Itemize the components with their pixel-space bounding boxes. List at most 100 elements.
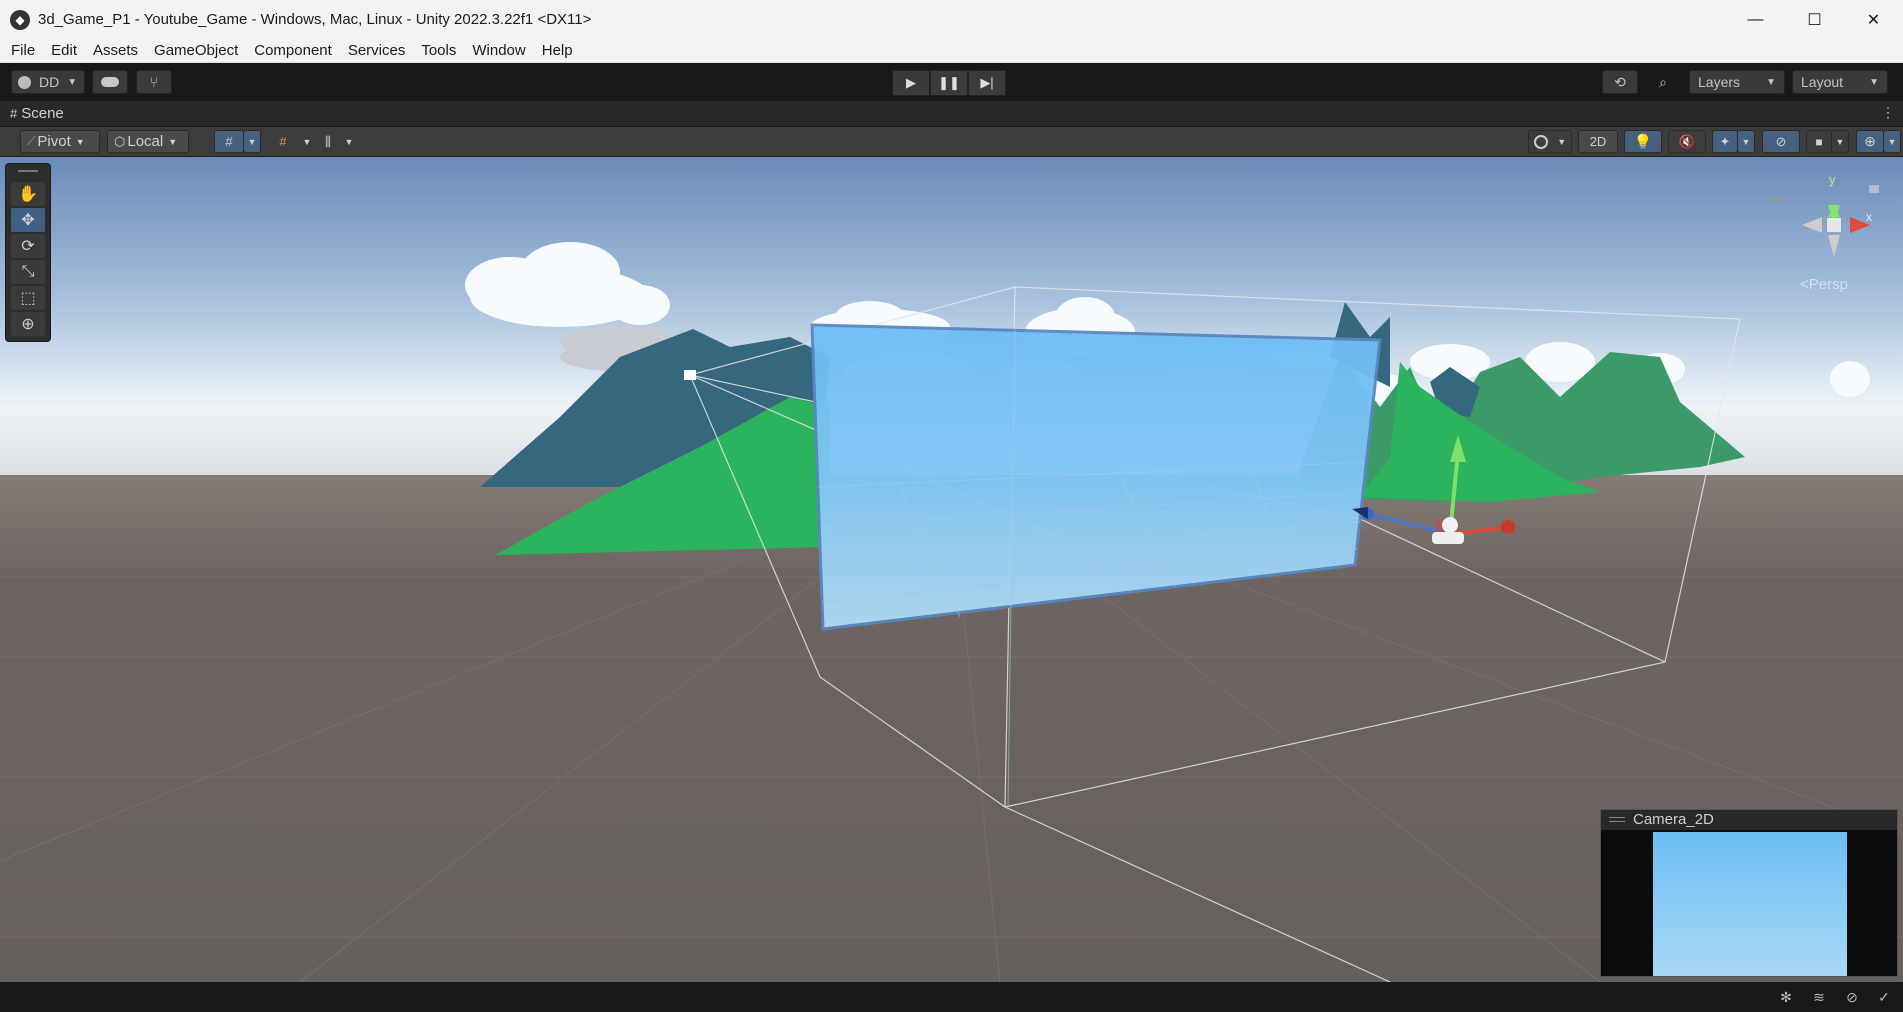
increment-snap-toggle[interactable]: # — [268, 130, 298, 153]
scene-tab-bar: # Scene ⋮ — [0, 101, 1903, 127]
move-tool-button[interactable]: ✥ — [11, 208, 45, 232]
menu-window[interactable]: Window — [464, 39, 533, 63]
audio-toggle[interactable]: 🔇 — [1668, 130, 1706, 153]
minimize-icon: — — [1747, 10, 1764, 28]
hand-tool-button[interactable]: ✋ — [11, 182, 45, 206]
menu-help[interactable]: Help — [534, 39, 581, 63]
hand-icon: ✋ — [18, 186, 38, 203]
menu-edit[interactable]: Edit — [43, 39, 85, 63]
account-icon — [18, 75, 31, 89]
scene-visibility-toggle[interactable]: ⊘ — [1762, 130, 1800, 153]
gizmos-options[interactable]: ▼ — [1883, 130, 1901, 153]
transform-tool-button[interactable]: ⊕ — [11, 312, 45, 336]
menu-assets[interactable]: Assets — [85, 39, 146, 63]
chevron-down-icon: ▼ — [1869, 76, 1879, 88]
network-off-icon[interactable]: ⊘ — [1842, 988, 1862, 1006]
effects-icon: ✦ — [1719, 133, 1731, 149]
rect-icon: ⬚ — [20, 290, 36, 307]
chevron-down-icon: ▼ — [67, 76, 78, 88]
unity-logo-icon: ◆ — [10, 9, 30, 30]
tab-scene[interactable]: # Scene — [10, 105, 64, 122]
layout-dropdown[interactable]: Layout ▼ — [1792, 70, 1888, 94]
rotate-tool-button[interactable]: ⟳ — [11, 234, 45, 258]
axis-x-label: x — [1866, 210, 1872, 224]
increment-snap-icon: # — [279, 134, 287, 149]
lighting-toggle[interactable]: 💡 — [1624, 130, 1662, 153]
axis-y-label: y — [1829, 172, 1836, 187]
layout-label: Layout — [1801, 74, 1844, 90]
pivot-dropdown[interactable]: ⟋ Pivot ▼ — [20, 130, 100, 153]
grid-snap-icon: # — [225, 134, 233, 149]
menu-tools[interactable]: Tools — [413, 39, 464, 63]
projection-toggle[interactable]: <Persp — [1800, 276, 1848, 293]
pivot-label: Pivot — [37, 133, 71, 150]
gizmos-toggle[interactable]: ⊕ — [1856, 130, 1884, 153]
grid-visibility-toggle[interactable]: ⫼ — [313, 130, 343, 153]
grid-snap-toggle[interactable]: # — [214, 130, 244, 153]
close-button[interactable]: ✕ — [1844, 0, 1903, 39]
cloud-button[interactable] — [92, 70, 128, 94]
search-button[interactable]: ⌕ — [1645, 70, 1681, 94]
minimize-button[interactable]: — — [1726, 0, 1785, 39]
maximize-icon: ☐ — [1807, 11, 1822, 29]
lightbulb-icon: 💡 — [1633, 133, 1653, 151]
camera-icon[interactable] — [684, 370, 696, 380]
menu-file[interactable]: File — [3, 39, 43, 63]
camera-preview-header[interactable]: Camera_2D — [1601, 810, 1897, 830]
scene-toolbar: ⟋ Pivot ▼ ⬡ Local ▼ # ▼ # ▼ ⫼ ▼ ▼ 2D 💡 🔇… — [0, 127, 1903, 157]
palette-grip-icon[interactable] — [18, 170, 38, 172]
chevron-down-icon: ▼ — [75, 136, 85, 147]
version-control-button[interactable]: ⑂ — [136, 70, 172, 94]
grid-snap-options[interactable]: ▼ — [243, 130, 261, 153]
play-button[interactable]: ▶ — [892, 70, 930, 96]
menu-gameobject[interactable]: GameObject — [146, 39, 246, 63]
chevron-down-icon: ▼ — [1557, 136, 1567, 147]
pivot-icon: ⟋ — [27, 134, 36, 148]
drag-handle-icon[interactable] — [1609, 817, 1625, 822]
shading-mode-dropdown[interactable]: ▼ — [1528, 130, 1572, 153]
effects-toggle[interactable]: ✦ — [1712, 130, 1738, 153]
rect-tool-button[interactable]: ⬚ — [11, 286, 45, 310]
chevron-down-icon: ▼ — [302, 136, 312, 147]
play-controls: ▶ ❚❚ ▶| — [892, 70, 1006, 96]
projection-label: Persp — [1808, 276, 1848, 293]
search-icon: ⌕ — [1659, 73, 1667, 90]
scale-tool-button[interactable]: ⤡ — [11, 260, 45, 284]
2d-mode-toggle[interactable]: 2D — [1578, 130, 1618, 153]
rotate-icon: ⟳ — [21, 238, 35, 255]
account-dropdown[interactable]: DD ▼ — [11, 70, 85, 94]
maximize-button[interactable]: ☐ — [1785, 0, 1844, 39]
layers-label: Layers — [1698, 74, 1741, 90]
chevron-down-icon: ▼ — [344, 136, 354, 147]
camera-preview-title: Camera_2D — [1633, 811, 1714, 828]
local-label: Local — [127, 133, 164, 150]
transform-icon: ⊕ — [21, 316, 35, 333]
step-button[interactable]: ▶| — [968, 70, 1006, 96]
menu-bar: File Edit Assets GameObject Component Se… — [0, 39, 1903, 63]
undo-history-button[interactable]: ⟲ — [1602, 70, 1638, 94]
debug-icon[interactable]: ✻ — [1776, 988, 1796, 1006]
close-icon: ✕ — [1866, 11, 1881, 29]
layers-dropdown[interactable]: Layers ▼ — [1689, 70, 1785, 94]
mute-icon: 🔇 — [1678, 133, 1696, 149]
menu-services[interactable]: Services — [340, 39, 414, 63]
tab-scene-label: Scene — [21, 105, 64, 122]
camera-icon: ■ — [1815, 134, 1823, 149]
menu-component[interactable]: Component — [246, 39, 340, 63]
pause-icon: ❚❚ — [938, 75, 960, 90]
package-icon[interactable]: ≋ — [1809, 988, 1829, 1006]
more-options-icon[interactable]: ⋮ — [1881, 104, 1895, 121]
camera-settings-options[interactable]: ▼ — [1831, 130, 1849, 153]
check-icon[interactable]: ✓ — [1874, 988, 1894, 1006]
pause-button[interactable]: ❚❚ — [930, 70, 968, 96]
history-icon: ⟲ — [1614, 73, 1626, 90]
title-bar: ◆ 3d_Game_P1 - Youtube_Game - Windows, M… — [0, 0, 1903, 39]
scale-icon: ⤡ — [21, 263, 35, 280]
cube-icon: ⬡ — [114, 133, 126, 149]
grid-visibility-options[interactable]: ▼ — [340, 130, 358, 153]
ruler-icon: ⫼ — [325, 133, 331, 149]
local-dropdown[interactable]: ⬡ Local ▼ — [107, 130, 189, 153]
effects-options[interactable]: ▼ — [1737, 130, 1755, 153]
camera-settings-button[interactable]: ■ — [1806, 130, 1832, 153]
chevron-down-icon: ▼ — [1766, 76, 1776, 88]
